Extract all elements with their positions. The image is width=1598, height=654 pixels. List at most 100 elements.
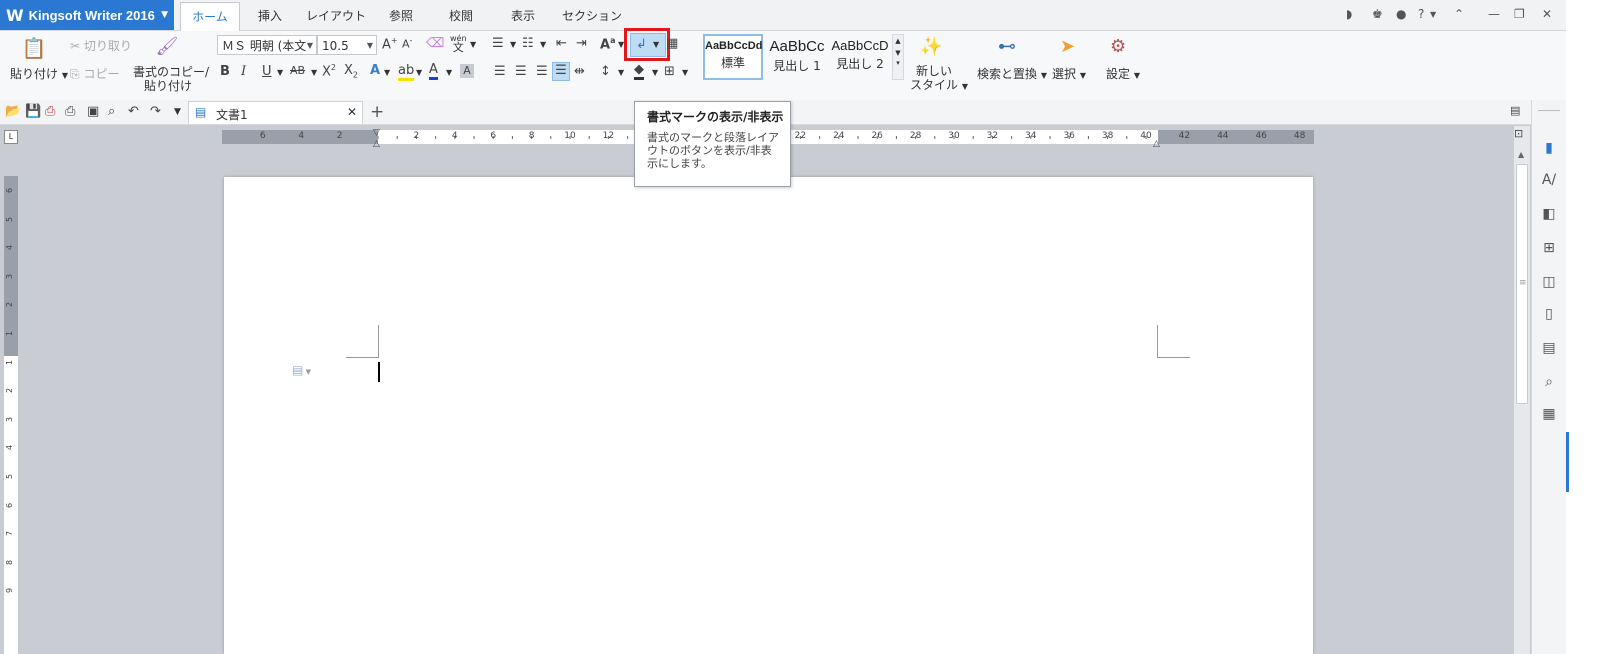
- chevron-down-icon[interactable]: ▼: [470, 40, 476, 49]
- quick-access-dropdown-icon[interactable]: ▼: [174, 107, 181, 117]
- paste-button[interactable]: 貼り付け ▼: [10, 65, 68, 82]
- clipboard-panel-icon[interactable]: ◫: [1538, 274, 1560, 290]
- styles-scrollbar[interactable]: ▲ ▼ ▾: [892, 34, 904, 80]
- bold-icon[interactable]: B: [220, 64, 230, 79]
- print-icon[interactable]: ⎙: [65, 104, 75, 119]
- tab-home[interactable]: ホーム: [180, 2, 240, 31]
- style-heading-2[interactable]: AaBbCcD 見出し 2: [830, 34, 890, 80]
- new-style-button[interactable]: 新しい スタイル ▼: [910, 64, 968, 94]
- chevron-down-icon[interactable]: ▼: [384, 68, 390, 77]
- chevron-down-icon[interactable]: ▼: [510, 40, 516, 49]
- chevron-down-icon[interactable]: ▼: [416, 68, 422, 77]
- settings-button[interactable]: 設定 ▼: [1106, 65, 1140, 82]
- tab-review[interactable]: 校閲: [438, 2, 484, 30]
- tab-list-icon[interactable]: ▤: [1510, 104, 1520, 117]
- bullets-icon[interactable]: ☰: [492, 36, 504, 51]
- align-left-icon[interactable]: ☰: [494, 64, 506, 79]
- borders-icon[interactable]: ⊞: [664, 64, 675, 79]
- help-button[interactable]: ?: [1418, 7, 1424, 21]
- ruler-toggle-icon[interactable]: ⊡: [1514, 127, 1523, 140]
- app-menu-button[interactable]: W Kingsoft Writer 2016 ▼: [0, 0, 174, 30]
- open-icon[interactable]: 📂: [5, 104, 21, 119]
- print-preview-icon[interactable]: ▣: [87, 104, 99, 119]
- chevron-down-icon[interactable]: ▼: [652, 68, 658, 77]
- align-center-icon[interactable]: ☰: [515, 64, 527, 79]
- new-document-icon[interactable]: ▮: [1538, 140, 1560, 156]
- underline-icon[interactable]: U: [262, 64, 272, 79]
- char-shading-icon[interactable]: A: [460, 64, 474, 78]
- left-indent-marker[interactable]: △: [373, 139, 380, 149]
- new-tab-icon[interactable]: +: [370, 102, 384, 122]
- select-object-icon[interactable]: ◧: [1538, 206, 1560, 222]
- text-effect-icon[interactable]: A: [370, 63, 380, 78]
- first-line-indent-marker[interactable]: ▽: [373, 128, 380, 138]
- close-icon[interactable]: ✕: [1542, 7, 1552, 21]
- strikethrough-icon[interactable]: AB: [290, 64, 305, 77]
- tab-insert[interactable]: 挿入: [244, 2, 296, 30]
- distributed-icon[interactable]: ⇹: [574, 64, 585, 79]
- scroll-up-icon[interactable]: ▲: [1518, 150, 1524, 159]
- tab-references[interactable]: 参照: [378, 2, 424, 30]
- spellcheck-icon[interactable]: ⌕: [108, 104, 115, 119]
- format-painter-button[interactable]: 書式のコピー/ 貼り付け: [133, 65, 209, 93]
- paragraph-options-icon[interactable]: ▤ ▼: [292, 363, 311, 377]
- increase-indent-icon[interactable]: ⇥: [576, 36, 587, 51]
- numbering-icon[interactable]: ☷: [522, 36, 534, 51]
- chevron-down-icon[interactable]: ▼: [277, 68, 283, 77]
- justify-icon[interactable]: ☰: [552, 62, 570, 81]
- italic-icon[interactable]: I: [241, 64, 246, 79]
- shapes-icon[interactable]: ⊞: [1538, 240, 1560, 256]
- style-format-icon[interactable]: A/: [1538, 172, 1560, 188]
- tab-section[interactable]: セクション: [560, 2, 624, 30]
- subscript-icon[interactable]: X2: [344, 63, 358, 80]
- tab-stop-selector[interactable]: L: [4, 130, 18, 144]
- copy-button[interactable]: ⎘ コピー: [70, 65, 119, 82]
- undo-icon[interactable]: ↶: [128, 104, 139, 119]
- style-heading-1[interactable]: AaBbCc 見出し 1: [765, 34, 829, 80]
- highlight-color-icon[interactable]: ab: [398, 63, 415, 81]
- shading-icon[interactable]: ◆: [634, 62, 644, 80]
- skin-icon[interactable]: ◗: [1346, 7, 1352, 21]
- document-tab-title: 文書1: [216, 108, 248, 122]
- tab-view[interactable]: 表示: [500, 2, 546, 30]
- cut-button[interactable]: ✂ 切り取り: [70, 37, 132, 54]
- superscript-icon[interactable]: X2: [322, 63, 336, 79]
- clear-format-icon[interactable]: ⌫: [426, 36, 444, 51]
- line-spacing-icon[interactable]: ↕: [600, 64, 611, 79]
- align-right-icon[interactable]: ☰: [536, 64, 548, 79]
- phonetic-guide-button[interactable]: wén 文: [450, 34, 467, 53]
- chevron-down-icon[interactable]: ▼: [618, 68, 624, 77]
- save-icon[interactable]: 💾: [25, 104, 41, 119]
- change-case-icon[interactable]: Aa: [600, 36, 615, 52]
- collapse-ribbon-icon[interactable]: ⌃: [1454, 7, 1464, 21]
- shirt-icon[interactable]: ♚: [1372, 7, 1383, 21]
- grow-font-icon[interactable]: A+: [382, 36, 398, 52]
- decrease-indent-icon[interactable]: ⇤: [556, 36, 567, 51]
- redo-icon[interactable]: ↷: [150, 104, 161, 119]
- document-tab[interactable]: ▤ 文書1 ✕: [188, 101, 363, 124]
- right-indent-marker[interactable]: △: [1153, 139, 1160, 149]
- chevron-down-icon[interactable]: ▼: [682, 68, 688, 77]
- document-panel-icon[interactable]: ▯: [1538, 306, 1560, 322]
- chevron-down-icon[interactable]: ▼: [540, 40, 546, 49]
- style-normal[interactable]: AaBbCcDd 標準: [703, 34, 763, 80]
- find-replace-button[interactable]: 検索と置換 ▼: [977, 65, 1047, 82]
- shrink-font-icon[interactable]: A-: [402, 36, 412, 51]
- search-panel-icon[interactable]: ⌕: [1538, 374, 1560, 390]
- user-icon[interactable]: ●: [1396, 7, 1406, 21]
- font-color-icon[interactable]: A: [429, 62, 438, 80]
- chevron-down-icon[interactable]: ▼: [311, 68, 317, 77]
- close-tab-icon[interactable]: ✕: [347, 105, 357, 119]
- font-size-combo[interactable]: 10.5 ▼: [317, 35, 377, 55]
- chevron-down-icon[interactable]: ▼: [446, 68, 452, 77]
- backup-icon[interactable]: ▦: [1538, 406, 1560, 422]
- tab-layout[interactable]: レイアウト: [304, 2, 368, 30]
- select-button[interactable]: 選択 ▼: [1052, 65, 1086, 82]
- restore-icon[interactable]: ❐: [1514, 7, 1525, 21]
- document-page[interactable]: ▤ ▼: [224, 177, 1313, 654]
- table-grid-icon[interactable]: ▦: [666, 36, 678, 51]
- navigation-icon[interactable]: ▤: [1538, 340, 1560, 356]
- minimize-icon[interactable]: —: [1488, 7, 1500, 21]
- font-name-combo[interactable]: ＭＳ 明朝 (本文 ▼: [217, 35, 317, 55]
- export-pdf-icon[interactable]: ⎙: [45, 104, 55, 119]
